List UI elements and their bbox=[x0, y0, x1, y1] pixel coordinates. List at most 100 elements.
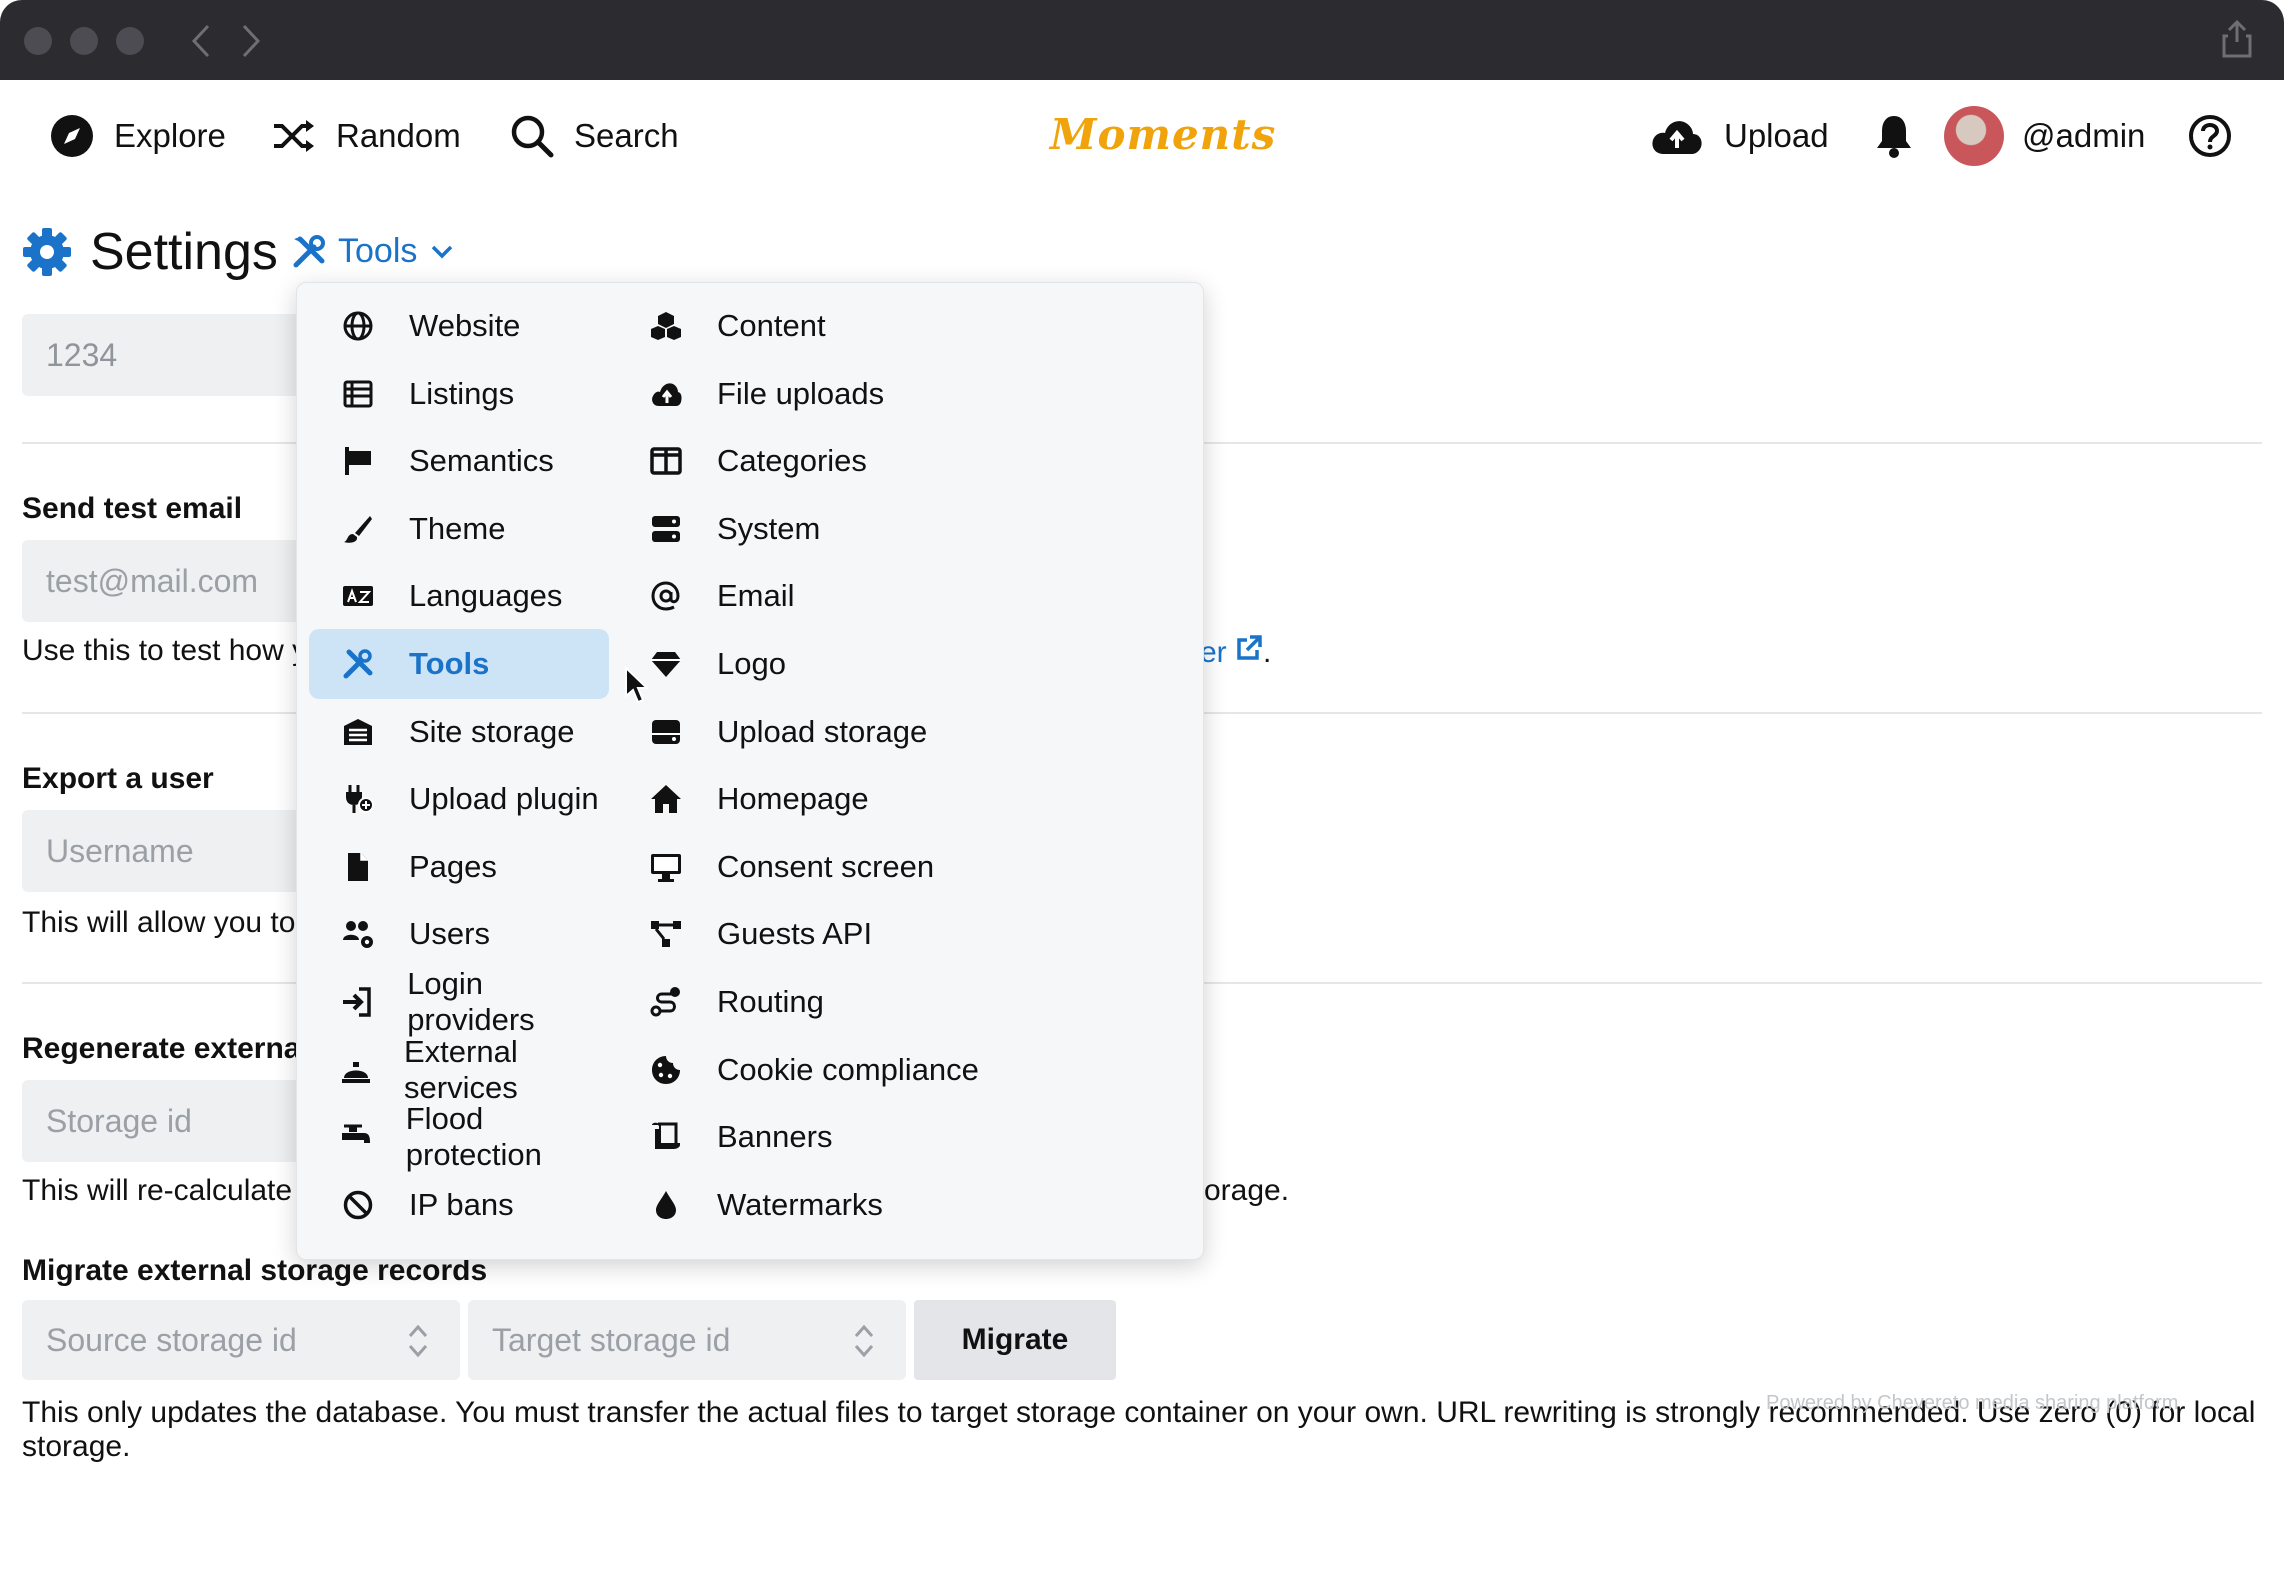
back-arrow-icon[interactable] bbox=[190, 24, 212, 58]
target-stepper-icon[interactable] bbox=[852, 1322, 876, 1360]
menu-item-theme[interactable]: Theme bbox=[309, 494, 609, 564]
send-test-email-help-tail: er . bbox=[1200, 634, 1271, 670]
menu-item-site-storage[interactable]: Site storage bbox=[309, 697, 609, 767]
menu-item-cookie-compliance[interactable]: Cookie compliance bbox=[617, 1035, 1117, 1105]
menu-item-label: Email bbox=[717, 578, 795, 614]
menu-item-login-providers[interactable]: Login providers bbox=[309, 966, 609, 1037]
menu-item-semantics[interactable]: Semantics bbox=[309, 426, 609, 496]
cloud-upload-icon bbox=[647, 375, 685, 413]
menu-item-languages[interactable]: Languages bbox=[309, 561, 609, 631]
menu-item-users[interactable]: Users bbox=[309, 899, 609, 969]
migrate-button[interactable]: Migrate bbox=[914, 1300, 1116, 1380]
menu-item-consent-screen[interactable]: Consent screen bbox=[617, 832, 1117, 902]
page-title: Settings bbox=[90, 223, 278, 281]
share-icon[interactable] bbox=[2220, 20, 2254, 58]
limit-input[interactable]: 1234 bbox=[22, 314, 322, 396]
menu-item-label: Website bbox=[409, 308, 521, 343]
hdd-icon bbox=[647, 713, 685, 751]
random-label: Random bbox=[336, 117, 461, 154]
bell-icon[interactable] bbox=[1874, 114, 1914, 158]
source-stepper-icon[interactable] bbox=[406, 1322, 430, 1360]
target-storage-id-input[interactable]: Target storage id bbox=[468, 1300, 906, 1380]
tools-icon bbox=[293, 234, 325, 267]
regenerate-storage-help-tail: orage. bbox=[1204, 1174, 1290, 1207]
tools-icon bbox=[339, 645, 377, 683]
menu-item-website[interactable]: Website bbox=[309, 291, 609, 361]
language-icon bbox=[339, 577, 377, 615]
random-link[interactable]: Random bbox=[272, 110, 461, 162]
menu-item-label: Languages bbox=[409, 578, 563, 614]
search-link[interactable]: Search bbox=[510, 110, 679, 162]
close-window-button[interactable] bbox=[24, 27, 52, 55]
send-test-email-help-period: . bbox=[1263, 636, 1272, 669]
powered-by-footer[interactable]: Powered by Chevereto media sharing platf… bbox=[1766, 1392, 2178, 1415]
menu-item-email[interactable]: Email bbox=[617, 561, 1117, 631]
send-test-email-label: Send test email bbox=[22, 492, 243, 525]
menu-item-guests-api[interactable]: Guests API bbox=[617, 899, 1117, 969]
menu-item-file-uploads[interactable]: File uploads bbox=[617, 359, 1117, 429]
menu-item-categories[interactable]: Categories bbox=[617, 426, 1117, 496]
migrate-storage-help-line2: storage. bbox=[22, 1430, 131, 1463]
menu-item-label: Homepage bbox=[717, 781, 869, 817]
menu-item-flood-protection[interactable]: Flood protection bbox=[309, 1101, 609, 1173]
menu-item-watermarks[interactable]: Watermarks bbox=[617, 1170, 1117, 1240]
menu-item-banners[interactable]: Banners bbox=[617, 1102, 1117, 1172]
menu-item-logo[interactable]: Logo bbox=[617, 629, 1117, 699]
storage-id-input[interactable]: Storage id bbox=[22, 1080, 322, 1162]
menu-item-upload-plugin[interactable]: Upload plugin bbox=[309, 764, 609, 834]
menu-item-label: Categories bbox=[717, 443, 867, 479]
source-storage-id-input[interactable]: Source storage id bbox=[22, 1300, 460, 1380]
warehouse-icon bbox=[339, 713, 377, 751]
gear-icon bbox=[23, 228, 71, 276]
upload-button[interactable]: Upload bbox=[1650, 110, 1829, 162]
gem-icon bbox=[647, 645, 685, 683]
explore-link[interactable]: Explore bbox=[50, 110, 226, 162]
maximize-window-button[interactable] bbox=[116, 27, 144, 55]
menu-item-label: Flood protection bbox=[405, 1101, 542, 1173]
username-label: @admin bbox=[2022, 117, 2146, 154]
menu-item-label: Site storage bbox=[409, 713, 575, 749]
server-icon bbox=[647, 510, 685, 548]
window-titlebar bbox=[0, 0, 2284, 80]
nodes-icon bbox=[647, 915, 685, 953]
menu-item-label: External services bbox=[404, 1033, 518, 1105]
export-user-help: This will allow you to bbox=[22, 906, 296, 939]
export-user-label: Export a user bbox=[22, 762, 214, 795]
menu-item-ip-bans[interactable]: IP bans bbox=[309, 1170, 609, 1240]
external-link-icon[interactable] bbox=[1235, 634, 1263, 662]
menu-item-listings[interactable]: Listings bbox=[309, 359, 609, 429]
test-email-input[interactable]: test@mail.com bbox=[22, 540, 322, 622]
avatar bbox=[1944, 106, 2004, 166]
minimize-window-button[interactable] bbox=[70, 27, 98, 55]
faucet-icon bbox=[339, 1118, 374, 1156]
menu-item-pages[interactable]: Pages bbox=[309, 832, 609, 902]
menu-item-label: IP bans bbox=[409, 1186, 514, 1222]
columns-icon bbox=[647, 442, 685, 480]
users-gear-icon bbox=[339, 915, 377, 953]
menu-item-content[interactable]: Content bbox=[617, 291, 1117, 361]
menu-item-system[interactable]: System bbox=[617, 494, 1117, 564]
menu-item-homepage[interactable]: Homepage bbox=[617, 764, 1117, 834]
smtp-docs-link[interactable]: er bbox=[1200, 636, 1227, 669]
username-input[interactable]: Username bbox=[22, 810, 322, 892]
menu-item-label: Semantics bbox=[409, 443, 554, 479]
paintbrush-icon bbox=[339, 510, 377, 548]
menu-item-tools[interactable]: Tools bbox=[309, 629, 609, 699]
menu-item-label: Pages bbox=[409, 848, 497, 884]
help-icon[interactable] bbox=[2188, 114, 2232, 158]
user-menu[interactable]: @admin bbox=[1944, 106, 2146, 166]
compass-icon bbox=[51, 115, 93, 157]
globe-icon bbox=[339, 307, 377, 345]
file-icon bbox=[339, 848, 377, 886]
list-icon bbox=[339, 375, 377, 413]
menu-item-label: Listings bbox=[409, 375, 515, 411]
section-selector[interactable]: Tools bbox=[292, 232, 453, 271]
menu-item-external-services[interactable]: External services bbox=[309, 1033, 609, 1105]
brand-logo[interactable]: Moments bbox=[1050, 110, 1276, 159]
menu-item-label: Login providers bbox=[407, 966, 535, 1037]
menu-item-label: Theme bbox=[409, 510, 506, 546]
menu-item-routing[interactable]: Routing bbox=[617, 967, 1117, 1037]
menu-item-upload-storage[interactable]: Upload storage bbox=[617, 697, 1117, 767]
forward-arrow-icon[interactable] bbox=[240, 24, 262, 58]
droplet-icon bbox=[647, 1186, 685, 1224]
